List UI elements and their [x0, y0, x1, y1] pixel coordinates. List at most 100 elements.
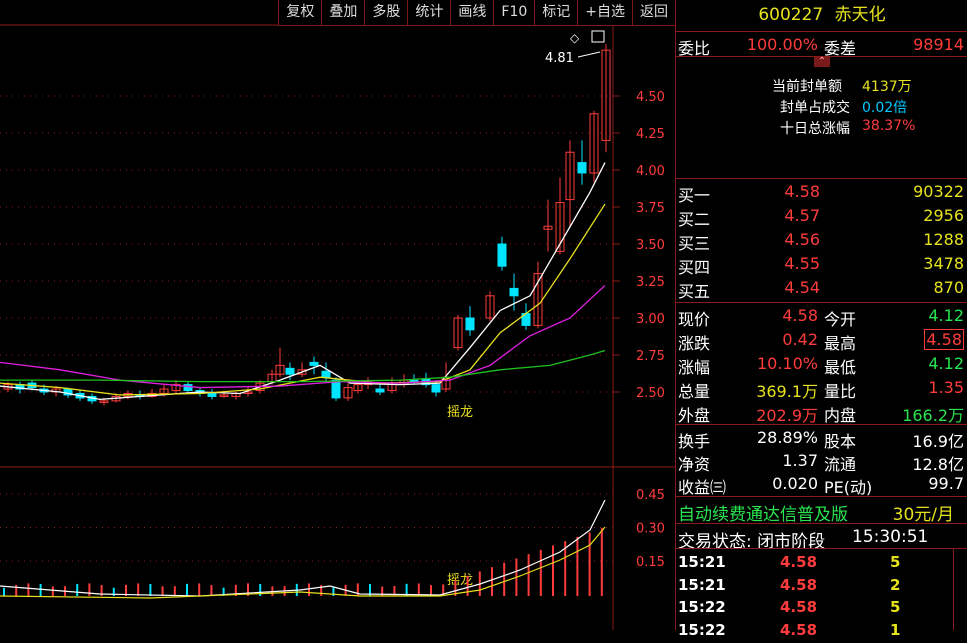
- quote-row: 现价 4.58 今开 4.12: [676, 304, 967, 329]
- tick-time: 15:22: [678, 598, 726, 616]
- candle-down: [465, 317, 475, 331]
- bid-label: 买一: [678, 186, 711, 205]
- toolbar-draw-line-button[interactable]: 画线: [450, 0, 494, 26]
- stock-title: 600227 赤天化: [676, 0, 967, 30]
- trade-status-row: 交易状态: 闭市阶段 15:30:51: [678, 527, 929, 552]
- bid-row: 买一 4.58 90322: [676, 180, 967, 205]
- stock-code: 600227: [758, 5, 824, 25]
- signal-label-main: 摇龙: [447, 405, 473, 420]
- toolbar-fuquan-button[interactable]: 复权: [278, 0, 322, 26]
- bid-price[interactable]: 4.58: [784, 182, 820, 201]
- quote-label: 内盘: [824, 406, 857, 425]
- quote-value: 4.12: [928, 354, 964, 373]
- weicha-value: 98914: [913, 35, 964, 54]
- tick-row: 15:22 4.58 1: [676, 619, 967, 643]
- chart-toolbar: 复权 叠加 多股 统计 画线 F10 标记 +自选 返回: [278, 0, 675, 26]
- fundamental-value: 1.37: [782, 451, 818, 470]
- tick-scrollbar[interactable]: [953, 549, 967, 630]
- quote-row: 涨幅 10.10% 最低 4.12: [676, 352, 967, 377]
- bid-price[interactable]: 4.55: [784, 254, 820, 273]
- quote-panel: 600227 赤天化 委比 100.00% 委差 98914 ⌃ 当前封单额 4…: [675, 0, 967, 639]
- candle-down: [285, 367, 295, 375]
- bid-price[interactable]: 4.56: [784, 230, 820, 249]
- bid-row: 买二 4.57 2956: [676, 204, 967, 229]
- tick-row: 15:21 4.58 5: [676, 551, 967, 575]
- quote-value: 1.35: [928, 378, 964, 397]
- quote-value: 166.2万: [902, 406, 964, 425]
- toolbar-stats-button[interactable]: 统计: [407, 0, 451, 26]
- quote-value: 369.1万: [756, 382, 818, 401]
- fundamental-label: 收益㈢: [678, 478, 727, 497]
- ad-price[interactable]: 30元/月: [893, 500, 954, 525]
- price-tick-label: 4.50: [636, 90, 665, 105]
- toolbar-multi-stock-button[interactable]: 多股: [364, 0, 408, 26]
- price-tick-label: 3.25: [636, 275, 665, 290]
- candle-down: [207, 392, 217, 397]
- fundamental-label: PE(动): [824, 478, 873, 497]
- candle-down: [409, 379, 419, 383]
- quote-label: 涨跌: [678, 334, 711, 353]
- candle-down: [497, 243, 507, 267]
- toolbar-mark-button[interactable]: 标记: [534, 0, 578, 26]
- tick-price: 4.58: [780, 553, 818, 571]
- bid-volume: 1288: [923, 230, 964, 249]
- bid-price[interactable]: 4.54: [784, 278, 820, 297]
- candle-down: [577, 162, 587, 174]
- quote-label: 总量: [678, 382, 711, 401]
- kline-chart-svg[interactable]: 4.50 4.25 4.00 3.75 3.50 3.25 3.00 2.75 2.50 0.45…: [0, 0, 741, 630]
- diamond-marker-icon: ◇: [570, 31, 580, 45]
- fundamental-value: 99.7: [928, 474, 964, 493]
- fundamental-value: 28.89%: [756, 428, 818, 447]
- tick-time: 15:21: [678, 553, 726, 571]
- vol-ma-white-line: [0, 499, 606, 597]
- quote-row: 涨跌 0.42 最高 4.58: [676, 328, 967, 353]
- info-box-icon: [591, 30, 605, 43]
- quote-value: 202.9万: [756, 406, 818, 425]
- ten-day-row: 十日总涨幅 38.37%: [780, 118, 916, 137]
- quote-value: 0.42: [782, 330, 818, 349]
- quote-value: 4.58: [924, 329, 964, 350]
- tick-time: 15:21: [678, 575, 726, 594]
- toolbar-back-button[interactable]: 返回: [632, 0, 675, 26]
- toolbar-f10-button[interactable]: F10: [493, 0, 535, 26]
- bid-volume: 90322: [913, 182, 964, 201]
- bid-label: 买五: [678, 282, 711, 301]
- bid-label: 买四: [678, 258, 711, 277]
- price-tick-label: 2.75: [636, 349, 665, 364]
- candle-down: [331, 379, 341, 399]
- price-tick-label: 4.25: [636, 127, 665, 142]
- candle-down: [183, 384, 193, 392]
- high-price-label: 4.81: [545, 51, 574, 66]
- candle-down: [309, 361, 319, 366]
- signal-label-sub: 摇龙: [447, 573, 473, 588]
- kline-chart-area[interactable]: 4.50 4.25 4.00 3.75 3.50 3.25 3.00 2.75 2.50 0.45…: [0, 0, 741, 630]
- quote-value: 4.58: [782, 306, 818, 325]
- weibi-row: 委比 100.00% 委差 98914: [678, 35, 964, 58]
- stock-name: 赤天化: [834, 5, 886, 25]
- fundamental-row: 收益㈢ 0.020 PE(动) 99.7: [676, 472, 967, 497]
- bid-volume: 3478: [923, 254, 964, 273]
- ad-row[interactable]: 自动续费通达信普及版 30元/月: [676, 498, 967, 525]
- fundamental-row: 净资 1.37 流通 12.8亿: [676, 449, 967, 474]
- quote-row: 总量 369.1万 量比 1.35: [676, 376, 967, 401]
- quote-label: 最低: [824, 358, 857, 377]
- toolbar-overlay-button[interactable]: 叠加: [321, 0, 365, 26]
- price-tick-label: 2.50: [636, 386, 665, 401]
- toolbar-add-watchlist-button[interactable]: +自选: [577, 0, 632, 26]
- tick-row: 15:21 4.58 2: [676, 574, 967, 598]
- quote-label: 现价: [678, 310, 711, 329]
- vol-tick-label: 0.15: [636, 555, 665, 570]
- quote-row: 外盘 202.9万 内盘 166.2万: [676, 400, 967, 425]
- tick-price: 4.58: [780, 575, 818, 594]
- bid-row: 买五 4.54 870: [676, 276, 967, 301]
- quote-label: 量比: [824, 382, 857, 401]
- quote-label: 涨幅: [678, 358, 711, 377]
- quote-value: 4.12: [928, 306, 964, 325]
- high-price-pointer: [577, 51, 601, 58]
- collapse-chevron-icon[interactable]: ⌃: [814, 57, 830, 67]
- bid-label: 买三: [678, 234, 711, 253]
- weibi-value: 100.00%: [746, 35, 818, 54]
- fundamental-row: 换手 28.89% 股本 16.9亿: [676, 426, 967, 451]
- bid-price[interactable]: 4.57: [784, 206, 820, 225]
- ad-text[interactable]: 自动续费通达信普及版: [678, 500, 848, 525]
